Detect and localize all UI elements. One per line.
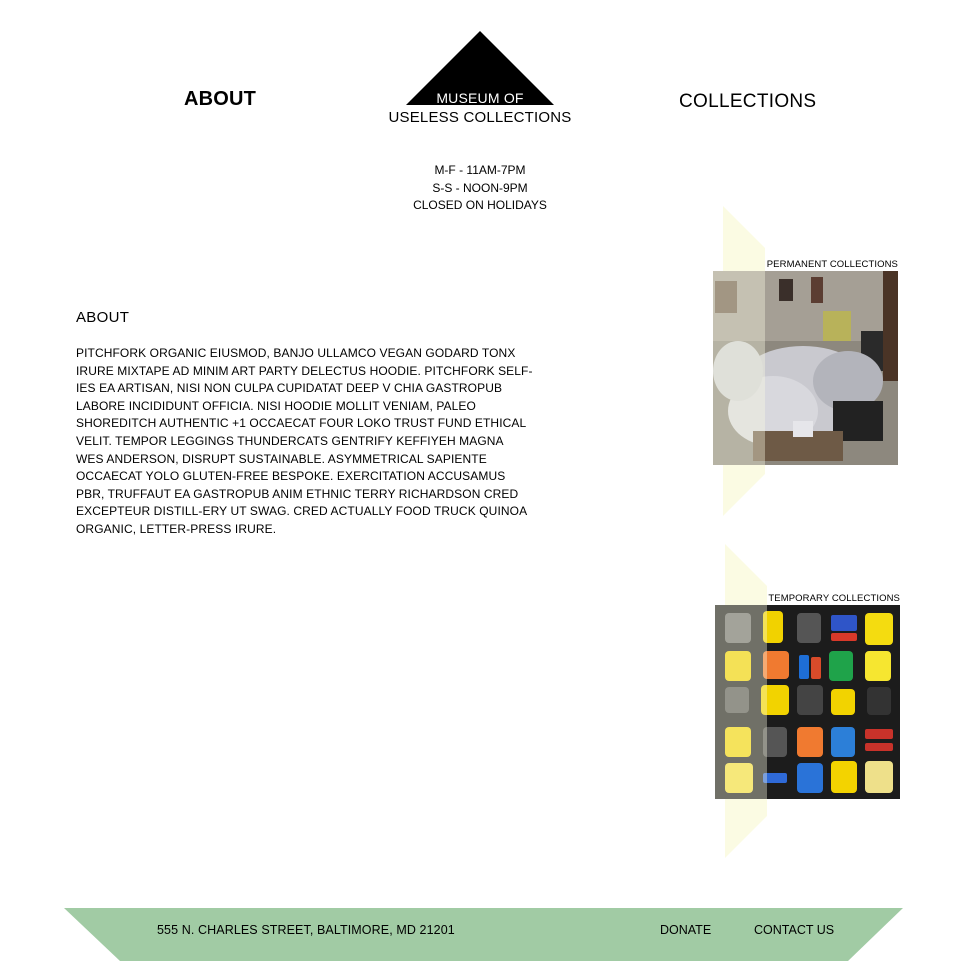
permanent-collections-card[interactable]: PERMANENT COLLECTIONS xyxy=(713,206,901,516)
contact-us-link[interactable]: CONTACT US xyxy=(754,923,834,937)
donate-link[interactable]: DONATE xyxy=(660,923,711,937)
nav-about-link[interactable]: ABOUT xyxy=(184,88,256,111)
footer-address: 555 N. CHARLES STREET, BALTIMORE, MD 212… xyxy=(157,923,455,937)
hours-weekend: S-S - NOON-9PM xyxy=(432,180,528,195)
logo-text-line1: MUSEUM OF xyxy=(436,90,524,106)
temporary-collections-card[interactable]: TEMPORARY COLLECTIONS xyxy=(715,544,903,858)
temporary-collections-label: TEMPORARY COLLECTIONS xyxy=(768,593,900,604)
about-heading: ABOUT xyxy=(76,309,130,326)
logo-text-line2: USELESS COLLECTIONS xyxy=(388,109,572,126)
museum-logo[interactable]: MUSEUM OF USELESS COLLECTIONS xyxy=(380,28,580,128)
hours-holidays: CLOSED ON HOLIDAYS xyxy=(413,198,547,212)
nav-collections-link[interactable]: COLLECTIONS xyxy=(679,91,816,113)
permanent-collections-image[interactable] xyxy=(713,271,898,465)
opening-hours: M-F - 11AM-7PM S-S - NOON-9PM CLOSED ON … xyxy=(380,162,580,215)
hours-weekday: M-F - 11AM-7PM xyxy=(434,163,526,177)
about-body-text: PITCHFORK ORGANIC EIUSMOD, BANJO ULLAMCO… xyxy=(76,346,533,536)
site-footer: 555 N. CHARLES STREET, BALTIMORE, MD 212… xyxy=(64,908,903,961)
temporary-collections-image[interactable] xyxy=(715,605,900,799)
permanent-collections-label: PERMANENT COLLECTIONS xyxy=(766,259,898,270)
